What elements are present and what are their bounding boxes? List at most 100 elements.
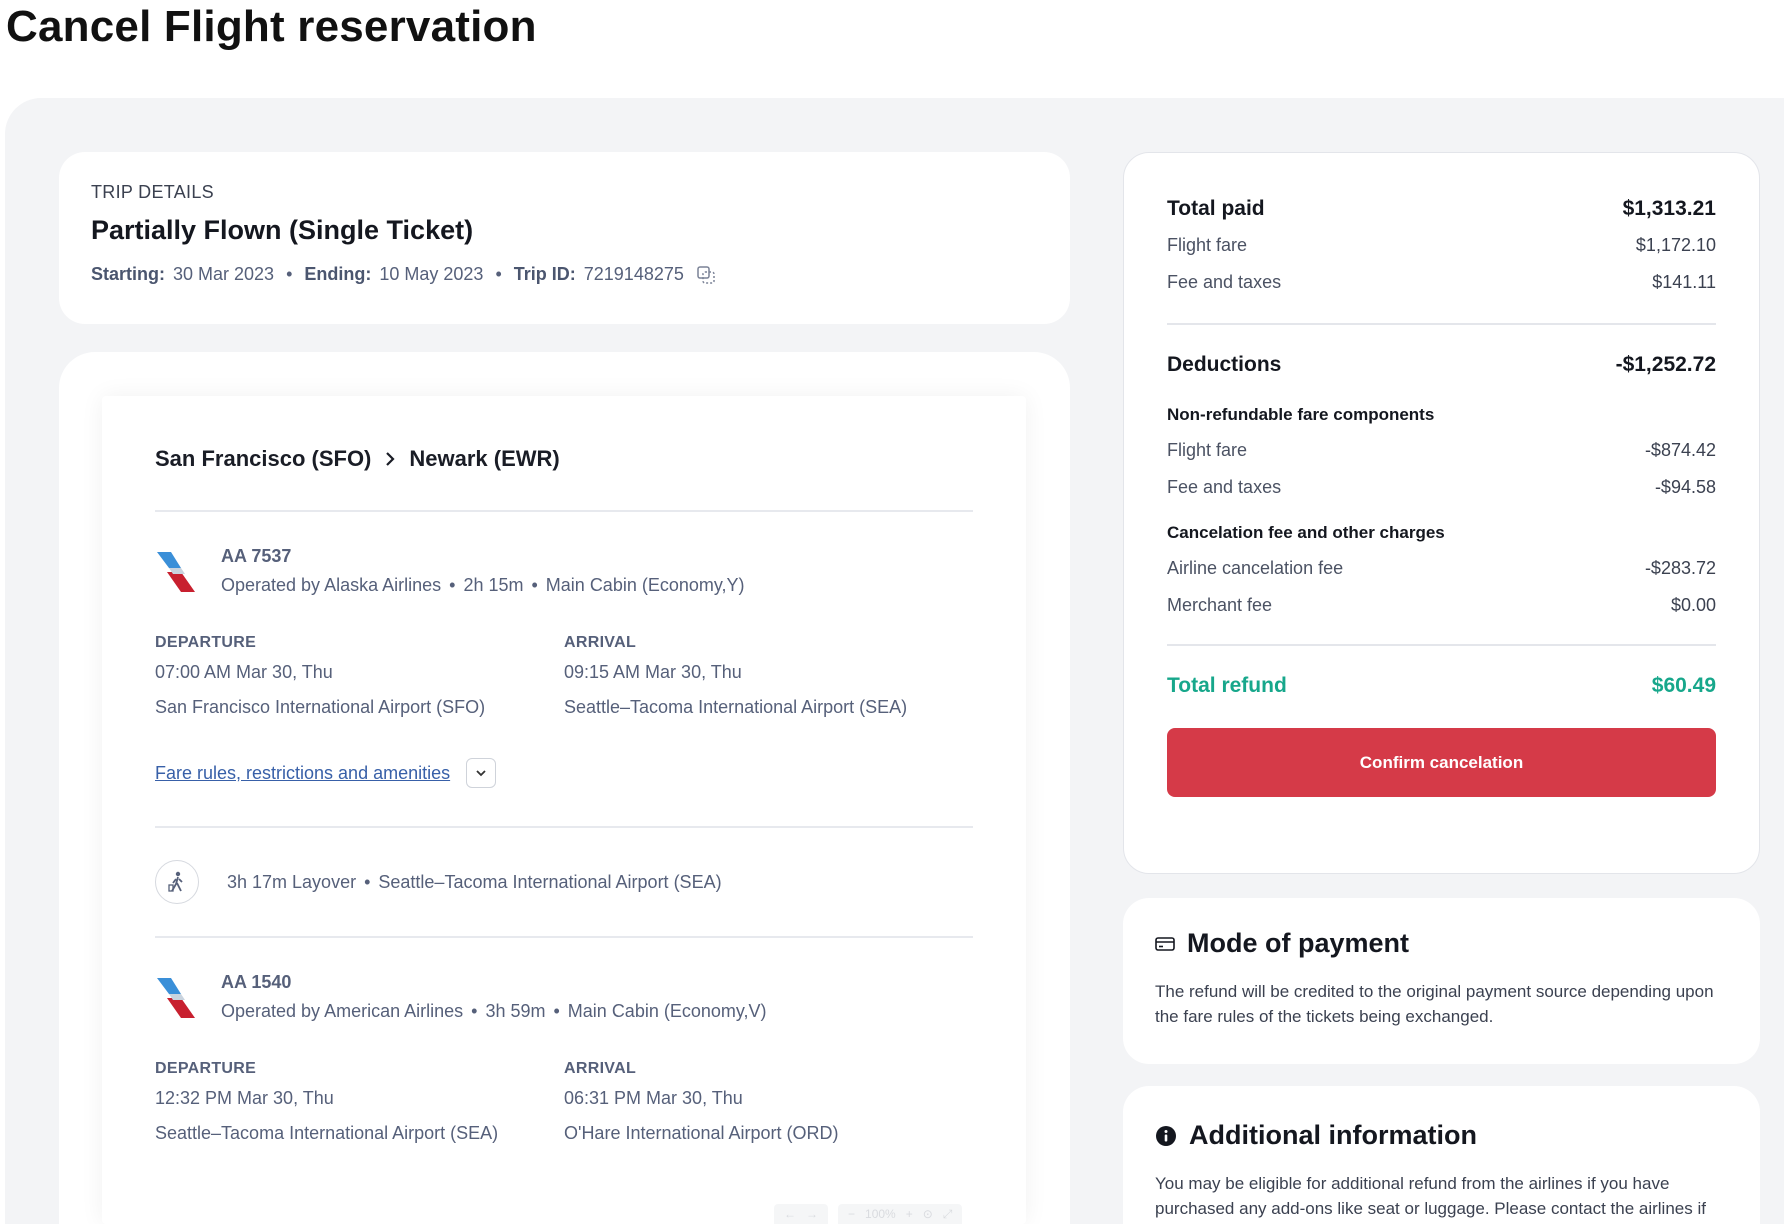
separator-dot: • [471, 1001, 478, 1021]
flight-fare-row: Flight fare $1,172.10 [1167, 235, 1716, 256]
departure-label: DEPARTURE [155, 634, 257, 651]
merchant-fee-value: $0.00 [1670, 595, 1716, 615]
layover-row: 3h 17m Layover • Seattle–Tacoma Internat… [155, 828, 973, 936]
operator: Operated by Alaska Airlines [221, 575, 442, 595]
flight-segment: AA 7537 Operated by Alaska Airlines • 2h… [155, 546, 973, 788]
layover-duration: 3h 17m Layover [227, 871, 357, 892]
fare-rules-row: Fare rules, restrictions and amenities [155, 758, 973, 788]
nonrefundable-heading: Non-refundable fare components [1167, 405, 1435, 424]
departure-airport: Seattle–Tacoma International Airport (SE… [155, 1123, 499, 1143]
arrival-column: ARRIVAL 06:31 PM Mar 30, Thu O'Hare Inte… [564, 1060, 973, 1144]
total-paid-row: Total paid $1,313.21 [1167, 197, 1716, 221]
route-header: San Francisco (SFO) Newark (EWR) [155, 446, 973, 472]
divider [155, 510, 973, 512]
zoom-reset-icon[interactable]: ⊙ [923, 1207, 933, 1221]
zoom-in-icon[interactable]: + [906, 1207, 913, 1221]
cancelation-fees-heading: Cancelation fee and other charges [1167, 523, 1445, 542]
deductions-value: -$1,252.72 [1615, 353, 1716, 376]
flight-number: AA 1540 [221, 972, 292, 992]
departure-column: DEPARTURE 12:32 PM Mar 30, Thu Seattle–T… [155, 1060, 564, 1144]
operator: Operated by American Airlines [221, 1001, 464, 1021]
copy-icon[interactable] [696, 265, 716, 285]
arrival-airport: O'Hare International Airport (ORD) [564, 1123, 839, 1143]
separator-dot: • [531, 575, 538, 595]
cabin-class: Main Cabin (Economy,Y) [545, 575, 745, 595]
flight-number: AA 7537 [221, 546, 292, 566]
arrow-left-icon[interactable]: ← [784, 1207, 796, 1221]
separator-dot: • [553, 1001, 560, 1021]
total-paid-value: $1,313.21 [1622, 197, 1716, 220]
ending-date: 10 May 2023 [379, 264, 484, 284]
confirm-cancelation-button[interactable]: Confirm cancelation [1167, 728, 1716, 797]
departure-label: DEPARTURE [155, 1060, 257, 1077]
trip-details-card: TRIP DETAILS Partially Flown (Single Tic… [59, 152, 1070, 324]
nonref-fare-label: Flight fare [1167, 440, 1248, 460]
arrival-label: ARRIVAL [564, 1060, 637, 1077]
fare-rules-link[interactable]: Fare rules, restrictions and amenities [155, 763, 450, 784]
total-paid-label: Total paid [1167, 197, 1265, 220]
cabin-class: Main Cabin (Economy,V) [567, 1001, 767, 1021]
zoom-out-icon[interactable]: − [848, 1207, 855, 1221]
viewer-toolbar: ← → − 100% + ⊙ ⤢ [774, 1204, 963, 1224]
flight-details: Operated by Alaska Airlines • 2h 15m • M… [221, 575, 745, 596]
nonref-fee-row: Fee and taxes -$94.58 [1167, 477, 1716, 498]
nonref-fare-value: -$874.42 [1644, 440, 1716, 460]
merchant-fee-row: Merchant fee $0.00 [1167, 595, 1716, 616]
flight-details: Operated by American Airlines • 3h 59m •… [221, 1001, 767, 1022]
mode-of-payment-title: Mode of payment [1187, 928, 1410, 958]
arrival-label: ARRIVAL [564, 634, 637, 651]
departure-column: DEPARTURE 07:00 AM Mar 30, Thu San Franc… [155, 634, 564, 718]
merchant-fee-label: Merchant fee [1167, 595, 1273, 615]
mode-of-payment-card: Mode of payment The refund will be credi… [1123, 898, 1760, 1064]
flight-header: AA 7537 Operated by Alaska Airlines • 2h… [155, 546, 973, 596]
additional-info-text: You may be eligible for additional refun… [1155, 1174, 1706, 1218]
deductions-row: Deductions -$1,252.72 [1167, 353, 1716, 377]
flight-duration: 2h 15m [463, 575, 524, 595]
page-title: Cancel Flight reservation [6, 2, 537, 51]
flight-segment: AA 1540 Operated by American Airlines • … [155, 972, 973, 1144]
flight-header: AA 1540 Operated by American Airlines • … [155, 972, 973, 1022]
fee-taxes-row: Fee and taxes $141.11 [1167, 272, 1716, 293]
additional-info-card: Additional information You may be eligib… [1123, 1086, 1760, 1224]
deductions-label: Deductions [1167, 353, 1282, 376]
chevron-down-icon [476, 770, 486, 777]
mode-of-payment-heading: Mode of payment [1155, 928, 1728, 959]
credit-card-icon [1155, 936, 1175, 951]
trip-id: 7219148275 [583, 264, 684, 284]
airline-logo-icon [157, 552, 195, 592]
departure-time: 12:32 PM Mar 30, Thu [155, 1088, 334, 1108]
airline-fee-row: Airline cancelation fee -$283.72 [1167, 558, 1716, 579]
fullscreen-icon[interactable]: ⤢ [943, 1207, 953, 1222]
arrow-right-icon[interactable]: → [806, 1207, 818, 1221]
itinerary-card: San Francisco (SFO) Newark (EWR) AA 7537… [59, 352, 1070, 1224]
ending-label: Ending: [304, 264, 372, 284]
divider [1167, 323, 1716, 325]
arrival-time: 09:15 AM Mar 30, Thu [564, 662, 742, 682]
divider [1167, 644, 1716, 646]
itinerary-panel: San Francisco (SFO) Newark (EWR) AA 7537… [102, 396, 1026, 1224]
additional-info-title: Additional information [1189, 1120, 1477, 1150]
dep-arr-columns: DEPARTURE 07:00 AM Mar 30, Thu San Franc… [155, 634, 973, 718]
mode-of-payment-text: The refund will be credited to the origi… [1155, 982, 1714, 1026]
expand-fare-rules-button[interactable] [466, 758, 497, 788]
zoom-level: 100% [865, 1207, 896, 1221]
fee-taxes-label: Fee and taxes [1167, 272, 1282, 292]
total-refund-row: Total refund $60.49 [1167, 674, 1716, 698]
nonref-fare-row: Flight fare -$874.42 [1167, 440, 1716, 461]
route-origin: San Francisco (SFO) [155, 446, 372, 471]
flight-fare-value: $1,172.10 [1635, 235, 1716, 255]
trip-title: Partially Flown (Single Ticket) [91, 215, 474, 245]
airline-logo-icon [157, 978, 195, 1018]
arrival-airport: Seattle–Tacoma International Airport (SE… [564, 697, 908, 717]
zoom-controls: − 100% + ⊙ ⤢ [838, 1204, 963, 1224]
route-destination: Newark (EWR) [409, 446, 560, 471]
trip-meta: Starting: 30 Mar 2023 • Ending: 10 May 2… [91, 264, 1038, 285]
arrival-column: ARRIVAL 09:15 AM Mar 30, Thu Seattle–Tac… [564, 634, 973, 718]
departure-airport: San Francisco International Airport (SFO… [155, 697, 486, 717]
separator-dot: • [364, 871, 371, 892]
nonref-fee-value: -$94.58 [1654, 477, 1716, 497]
divider [155, 936, 973, 938]
nav-arrows[interactable]: ← → [774, 1204, 828, 1224]
separator-dot: • [495, 264, 502, 284]
layover-airport: Seattle–Tacoma International Airport (SE… [378, 871, 722, 892]
